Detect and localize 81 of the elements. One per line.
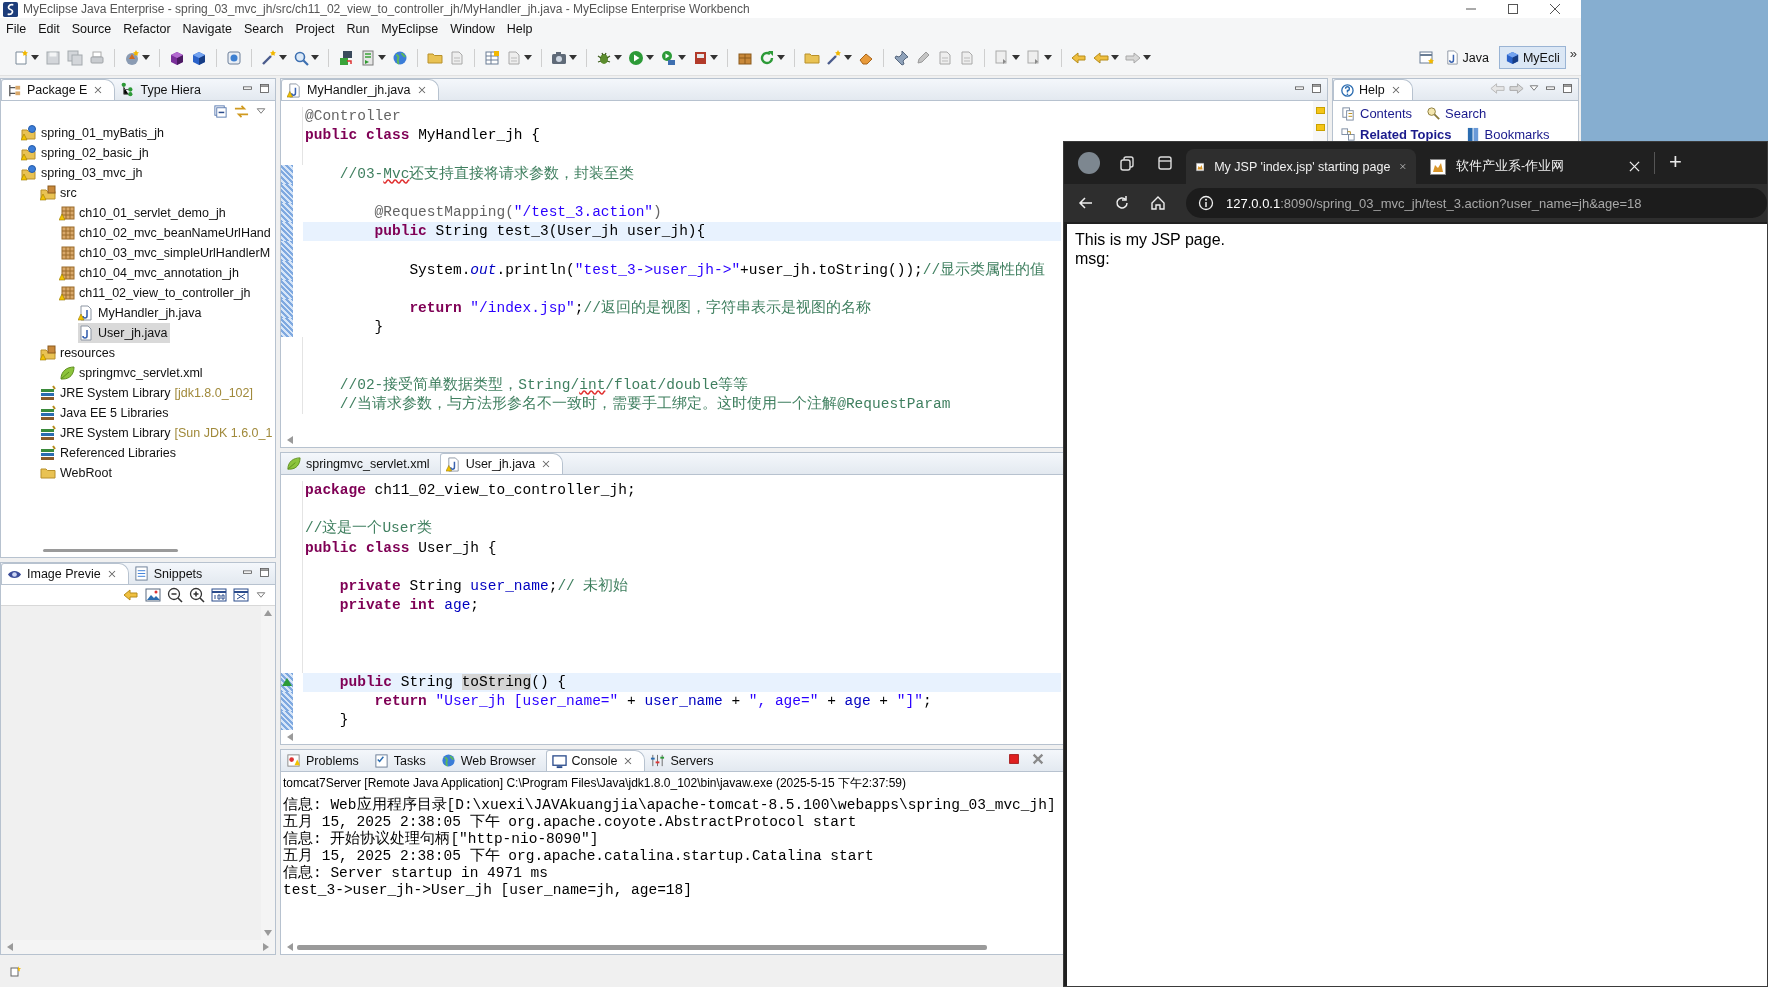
code-line: //03-Mvc还支持直接将请求参数，封装至类 — [338, 164, 635, 184]
tree-item[interactable]: springmvc_servlet.xml — [59, 363, 206, 383]
tree-item[interactable]: ch10_02_mvc_beanNameUrlHand — [59, 223, 274, 243]
tree-item[interactable]: ch10_03_mvc_simpleUrlHandlerM — [59, 243, 274, 263]
menu-item[interactable]: Refactor — [117, 22, 177, 36]
code-line: @RequestMapping("/test_3.action") — [373, 202, 662, 222]
menu-item[interactable]: Window — [444, 22, 501, 36]
tree-item[interactable]: Java EE 5 Libraries — [40, 403, 172, 423]
page-text: This is my JSP page. — [1075, 230, 1226, 249]
tab[interactable]: Package E — [1, 79, 116, 100]
menu-item[interactable]: Help — [500, 22, 539, 36]
console-line: 五月 15, 2025 2:38:05 下午 org.apache.coyote.AbstractProtocol start — [282, 814, 857, 830]
code-line: } — [338, 711, 349, 730]
menu-item[interactable]: Navigate — [176, 22, 238, 36]
code-line: package ch11_02_view_to_controller_jh; — [304, 481, 636, 500]
menu-item[interactable]: Run — [340, 22, 376, 36]
tree-item[interactable]: ch10_01_servlet_demo_jh — [59, 203, 229, 223]
menu-item[interactable]: Search — [237, 22, 290, 36]
code-line: return "User_jh [user_name=" + user_name + ", age=" + age + "]"; — [373, 692, 932, 712]
tab[interactable]: Image Previe — [1, 563, 129, 584]
tab[interactable]: Servers — [645, 750, 724, 771]
more-button[interactable]: » — [1569, 46, 1577, 61]
menu-item[interactable]: File — [0, 22, 33, 36]
tree-item[interactable]: JRE System Library [Sun JDK 1.6.0_1 — [40, 423, 275, 443]
menu-item[interactable]: MyEclipse — [375, 22, 445, 36]
code-line: } — [373, 318, 384, 338]
new-tab-button[interactable]: + — [1654, 152, 1694, 174]
tree-item[interactable]: JRE System Library [jdk1.8.0_102] — [40, 383, 256, 403]
code-line: //这是一个User类 — [304, 519, 433, 539]
menu-item[interactable]: Source — [65, 22, 118, 36]
tab[interactable]: Web Browser — [435, 750, 546, 771]
help-link[interactable]: Contents — [1341, 106, 1413, 121]
code-line: //02-接受简单数据类型，String/int/float/double等等 — [338, 375, 749, 395]
tab[interactable]: Snippets — [128, 563, 213, 584]
tree-item[interactable]: ch10_04_mvc_annotation_jh — [59, 263, 242, 283]
code-line: private String user_name;// 未初始 — [338, 576, 629, 596]
help-link[interactable]: Bookmarks — [1465, 127, 1550, 142]
address-bar[interactable]: 127.0.0.1:8090/spring_03_mvc_jh/test_3.action?user_name=jh&age=18 — [1186, 188, 1767, 218]
code-line: public String toString() { — [338, 672, 567, 692]
perspective-button[interactable]: Java — [1438, 46, 1495, 69]
code-line: return "/index.jsp";//返回的是视图，字符串表示是视图的名称 — [408, 298, 871, 318]
help-link[interactable]: Search — [1426, 106, 1487, 121]
console-line: 信息: 开始协议处理句柄["http-nio-8090"] — [282, 831, 599, 848]
code-line: @Controller — [304, 107, 401, 126]
tree-item[interactable]: resources — [40, 343, 118, 363]
tree-item[interactable]: spring_03_mvc_jh — [21, 163, 146, 183]
tree-item[interactable]: spring_02_basic_jh — [21, 143, 152, 163]
code-line: public String test_3(User_jh user_jh){ — [373, 222, 706, 242]
tab[interactable]: Help — [1333, 79, 1413, 100]
page-text: msg: — [1075, 249, 1111, 268]
tab[interactable]: User_jh.java — [439, 453, 564, 474]
help-link[interactable]: Related Topics — [1341, 127, 1452, 142]
console-line: 五月 15, 2025 2:38:05 下午 org.apache.catalina.startup.Catalina start — [282, 848, 874, 865]
code-line: public class MyHandler_jh { — [304, 126, 540, 146]
tab[interactable]: Type Hiera — [115, 79, 211, 100]
tab[interactable]: MyHandler_jh.java — [281, 79, 439, 100]
perspective-button[interactable]: MyEcli — [1498, 46, 1566, 69]
menu-item[interactable]: Project — [289, 22, 341, 36]
code-line: //当请求参数，与方法形参名不一致时，需要手工绑定。这时使用一个注解@RequestParam — [338, 394, 951, 414]
process-label: tomcat7Server [Remote Java Application] C:\Program Files\Java\jdk1.8.0_102\bin\javaw.exe (2025-5-15 下午2:37:59) — [282, 775, 907, 792]
browser-tab[interactable]: My JSP 'index.jsp' starting page — [1186, 149, 1416, 184]
tab[interactable]: springmvc_servlet.xml — [281, 453, 440, 474]
tab[interactable]: Console — [545, 750, 646, 771]
tree-item[interactable]: src — [40, 183, 80, 203]
tab[interactable]: Tasks — [368, 750, 436, 771]
window-title: MyEclipse Java Enterprise - spring_03_mvc_jh/src/ch11_02_view_to_controller_jh/MyHandler_jh.java - MyEclipse Enterprise Workbench — [23, 2, 751, 16]
console-line: 信息: Server startup in 4971 ms — [282, 865, 548, 882]
console-line: 信息: Web应用程序目录[D:\xuexi\JAVAkuangjia\apache-tomcat-8.5.100\webapps\spring_03_mvc_jh] — [282, 797, 1056, 814]
tree-item[interactable]: ch11_02_view_to_controller_jh — [59, 283, 254, 303]
code-line: public class User_jh { — [304, 538, 497, 558]
tab[interactable]: Problems — [281, 750, 369, 771]
console-line: test_3->user_jh->User_jh [user_name=jh, age=18] — [282, 882, 692, 899]
tree-item[interactable]: User_jh.java — [78, 323, 171, 343]
tree-item[interactable]: Referenced Libraries — [40, 443, 180, 463]
tree-item[interactable]: WebRoot — [40, 463, 115, 483]
code-line: System.out.println("test_3->user_jh->"+user_jh.toString());//显示类属性的值 — [408, 260, 1046, 280]
tree-item[interactable]: spring_01_myBatis_jh — [21, 123, 167, 143]
menu-item[interactable]: Edit — [32, 22, 66, 36]
browser-tab[interactable]: 软件产业系-作业网 — [1420, 149, 1650, 184]
code-line: private int age; — [338, 596, 480, 616]
tree-item[interactable]: MyHandler_jh.java — [78, 303, 205, 323]
